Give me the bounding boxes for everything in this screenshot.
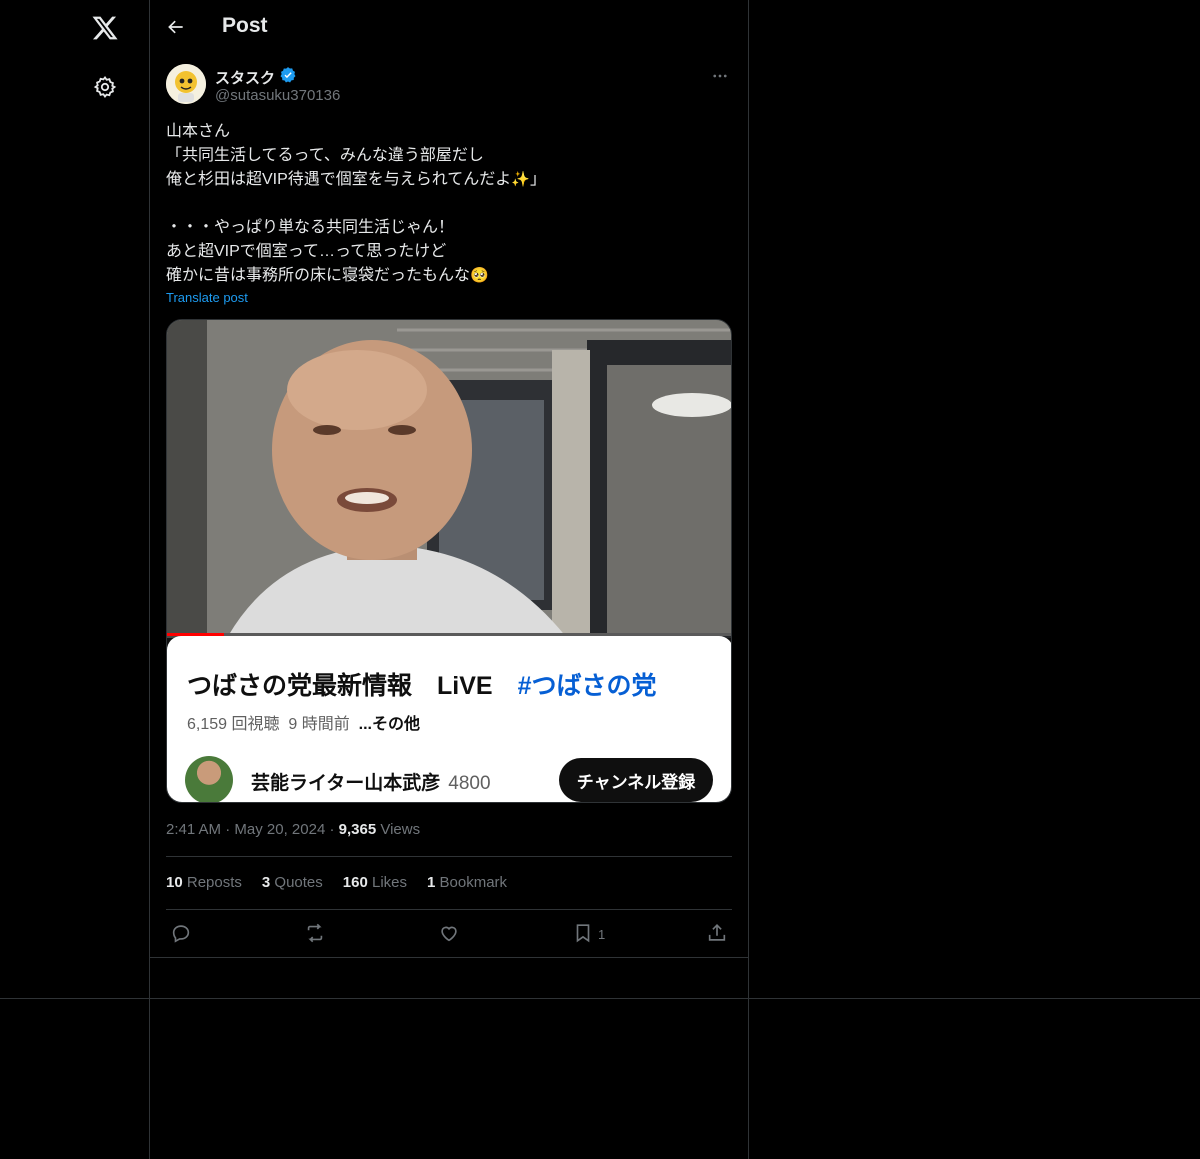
share-icon	[706, 922, 728, 947]
channel-name: 芸能ライター山本武彦 4800	[251, 773, 491, 794]
post-time[interactable]: 2:41 AM	[166, 821, 221, 838]
repost-button[interactable]	[304, 920, 326, 948]
channel-avatar	[185, 756, 233, 802]
author-name-text: スタスク	[215, 69, 276, 87]
subscribe-button-image: チャンネル登録	[559, 758, 713, 802]
quotes-stat[interactable]: 3 Quotes	[262, 874, 323, 891]
engagement-stats: 10 Reposts 3 Quotes 160 Likes 1 Bookmark	[166, 874, 507, 891]
video-frame-image	[167, 320, 731, 638]
post-text-line: ・・・やっぱり単なる共同生活じゃん！	[166, 219, 455, 236]
pleading-face-emoji: 🥺	[470, 267, 489, 284]
views-label: Views	[380, 821, 421, 838]
likes-stat[interactable]: 160 Likes	[343, 874, 407, 891]
repost-icon	[304, 922, 326, 947]
divider	[0, 998, 1200, 999]
divider	[166, 856, 732, 857]
reposts-stat[interactable]: 10 Reposts	[166, 874, 242, 891]
translate-post-link[interactable]: Translate post	[166, 290, 248, 305]
page-title: Post	[222, 14, 268, 37]
page-header: Post	[150, 0, 748, 54]
post-date[interactable]: May 20, 2024	[234, 821, 325, 838]
post-text-line: 確かに昔は事務所の床に寝袋だったもんな🥺	[166, 267, 489, 284]
channel-subscriber-count: 4800	[448, 773, 491, 794]
main-column: Post スタスク @sutasuku370136 山本さん「共同生活してるって…	[150, 0, 749, 1159]
views-count: 9,365	[338, 821, 377, 838]
x-logo-icon[interactable]	[88, 11, 122, 45]
bookmark-button[interactable]: 1	[572, 920, 605, 948]
reply-button[interactable]	[170, 920, 192, 948]
post-media-image[interactable]: つばさの党最新情報 LiVE #つばさの党 6,159 回視聴 9 時間前 ..…	[166, 319, 732, 803]
post-bottom-border	[150, 957, 749, 958]
post-text-line: 「共同生活してるって、みんな違う部屋だし	[166, 147, 484, 164]
post-text-line: 俺と杉田は超VIP待遇で個室を与えられてんだよ✨」	[166, 171, 547, 188]
like-button[interactable]	[438, 920, 460, 948]
post-text-line: 山本さん	[166, 123, 231, 140]
bookmark-icon	[572, 922, 594, 947]
more-options-icon[interactable]	[708, 64, 732, 88]
post-timestamp-line: 2:41 AM · May 20, 2024 · 9,365 Views	[166, 821, 421, 838]
sparkles-emoji: ✨	[511, 171, 530, 188]
video-info-card: つばさの党最新情報 LiVE #つばさの党 6,159 回視聴 9 時間前 ..…	[167, 636, 731, 802]
heart-icon	[438, 922, 460, 947]
post-author: スタスク @sutasuku370136	[166, 64, 732, 108]
bookmarks-stat[interactable]: 1 Bookmark	[427, 874, 507, 891]
reply-icon	[170, 922, 192, 947]
post-text-line: あと超VIPで個室って…って思ったけど	[166, 243, 447, 260]
settings-gear-icon[interactable]	[90, 72, 120, 102]
post-text-blank	[166, 192, 732, 216]
post-actions-bar: 1	[166, 918, 732, 950]
video-hashtag: #つばさの党	[517, 672, 657, 700]
author-display-name[interactable]: スタスク	[215, 66, 297, 88]
post-text: 山本さん「共同生活してるって、みんな違う部屋だし俺と杉田は超VIP待遇で個室を与…	[166, 120, 732, 288]
divider	[166, 909, 732, 910]
avatar[interactable]	[166, 64, 206, 104]
verified-badge-icon	[279, 66, 297, 88]
video-title: つばさの党最新情報 LiVE #つばさの党	[187, 672, 657, 700]
video-meta: 6,159 回視聴 9 時間前 ...その他	[187, 716, 420, 733]
back-arrow-icon[interactable]	[162, 13, 190, 41]
bookmark-count: 1	[598, 926, 606, 942]
author-handle[interactable]: @sutasuku370136	[215, 87, 340, 104]
left-nav	[0, 0, 150, 1159]
share-button[interactable]	[706, 920, 728, 948]
